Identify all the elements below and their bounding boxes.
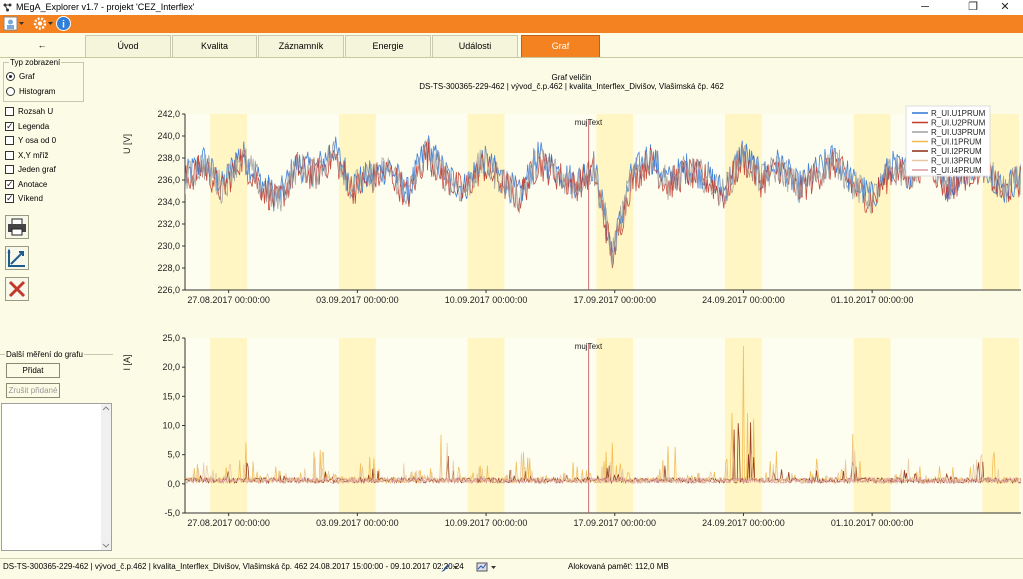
x-tick-label: 24.09.2017 00:00:00 (702, 295, 785, 305)
y-tick-label: 240,0 (157, 131, 180, 141)
weekend-band (467, 338, 505, 513)
x-tick-label: 17.09.2017 00:00:00 (573, 518, 656, 528)
y-tick-label: 0,0 (167, 479, 180, 489)
y-axis-label: U [V] (122, 134, 132, 154)
y-tick-label: 242,0 (157, 109, 180, 119)
y-tick-label: 25,0 (162, 333, 180, 343)
weekend-band (338, 114, 376, 290)
y-tick-label: 10,0 (162, 421, 180, 431)
chart-area[interactable]: 242,0 240,0 238,0 236,0 234,0 232,0 230,0 228,0… (0, 0, 1023, 558)
x-tick-label: 27.08.2017 00:00:00 (187, 295, 270, 305)
y-tick-label: 236,0 (157, 175, 180, 185)
weekend-band (338, 338, 376, 513)
y-tick-label: 232,0 (157, 219, 180, 229)
legend-entry: R_UI.U3PRUM (931, 128, 986, 137)
plot-panel-2: 25,0 20,0 15,0 10,0 5,0 0,0 -5,0 I [A] 27.08.201… (122, 333, 1021, 528)
x-tick-label: 27.08.2017 00:00:00 (187, 518, 270, 528)
x-tick-label: 01.10.2017 00:00:00 (831, 295, 914, 305)
y-tick-label: 230,0 (157, 241, 180, 251)
annotation-label: mujText (575, 342, 603, 351)
plot-panel-1: 242,0 240,0 238,0 236,0 234,0 232,0 230,0 228,0… (122, 105, 1021, 305)
y-tick-label: -5,0 (164, 508, 180, 518)
chart-legend: R_UI.U1PRUMR_UI.U2PRUMR_UI.U3PRUMR_UI.I1… (905, 105, 991, 177)
annotation-label: mujText (575, 118, 603, 127)
weekend-band (725, 114, 762, 290)
weekend-band (853, 338, 891, 513)
x-tick-label: 17.09.2017 00:00:00 (573, 295, 656, 305)
weekend-band (982, 338, 1020, 513)
chart-tool-icon (476, 562, 496, 572)
legend-entry: R_UI.I2PRUM (931, 147, 982, 156)
x-tick-label: 10.09.2017 00:00:00 (445, 295, 528, 305)
memory-status: Alokovaná paměť: 112,0 MB (568, 562, 669, 571)
legend-entry: R_UI.U1PRUM (931, 109, 986, 118)
y-tick-label: 15,0 (162, 391, 180, 401)
legend-entry: R_UI.I3PRUM (931, 157, 982, 166)
x-tick-label: 24.09.2017 00:00:00 (702, 518, 785, 528)
chart-tool-dropdown[interactable] (476, 561, 498, 573)
weekend-band (596, 338, 634, 513)
edit-pen-dropdown[interactable] (440, 562, 460, 573)
y-tick-label: 5,0 (167, 450, 180, 460)
pen-icon (441, 564, 458, 572)
y-tick-label: 226,0 (157, 285, 180, 295)
y-axis-label: I [A] (122, 354, 132, 370)
x-tick-label: 03.09.2017 00:00:00 (316, 295, 399, 305)
weekend-band (210, 114, 248, 290)
legend-entry: R_UI.U2PRUM (931, 119, 986, 128)
y-tick-label: 238,0 (157, 153, 180, 163)
x-tick-label: 01.10.2017 00:00:00 (831, 518, 914, 528)
y-tick-label: 234,0 (157, 197, 180, 207)
status-bar: DS-TS-300365-229-462 | vývod_č.p.462 | k… (0, 558, 1023, 576)
weekend-band (210, 338, 248, 513)
x-tick-label: 10.09.2017 00:00:00 (445, 518, 528, 528)
y-tick-label: 228,0 (157, 263, 180, 273)
status-text: DS-TS-300365-229-462 | vývod_č.p.462 | k… (3, 562, 464, 571)
y-tick-label: 20,0 (162, 362, 180, 372)
x-tick-label: 03.09.2017 00:00:00 (316, 518, 399, 528)
weekend-band (467, 114, 505, 290)
legend-entry: R_UI.I1PRUM (931, 138, 982, 147)
legend-entry: R_UI.I4PRUM (931, 166, 982, 175)
